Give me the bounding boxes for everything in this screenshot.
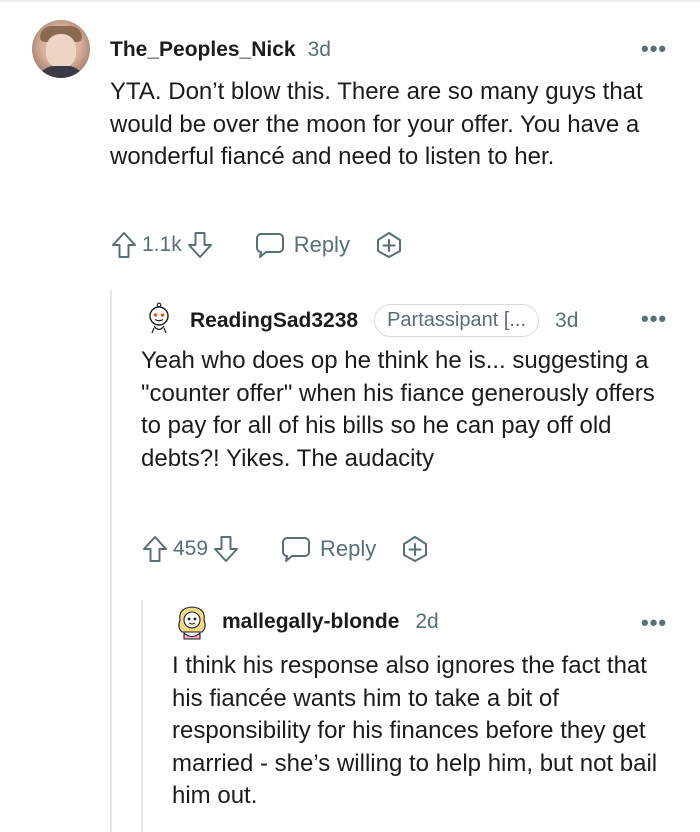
more-dots-icon[interactable]: •••: [641, 612, 667, 634]
upvote-arrow-icon[interactable]: [141, 534, 169, 564]
comment-header: mallegally-blonde 2d: [222, 610, 439, 634]
award-button[interactable]: [400, 534, 430, 564]
chat-bubble-icon: [255, 233, 284, 258]
comment-author[interactable]: ReadingSad3238: [190, 309, 358, 333]
user-flair[interactable]: Partassipant [...: [374, 304, 540, 337]
more-dots-icon[interactable]: •••: [641, 38, 667, 60]
award-plus-icon: [403, 536, 428, 562]
comment-3: mallegally-blonde 2d ••• I think his res…: [0, 590, 700, 832]
comment-actions: 1.1k Reply: [110, 230, 404, 260]
reply-label: Reply: [293, 232, 350, 257]
reply-button[interactable]: Reply: [254, 230, 350, 260]
vote-count: 1.1k: [142, 233, 182, 256]
comment-body: Yeah who does op he think he is... sugge…: [141, 347, 655, 472]
chat-bubble-icon: [282, 537, 311, 562]
comment-body: I think his response also ignores the fa…: [172, 652, 658, 809]
comment-actions: 459 Reply: [141, 534, 430, 564]
comment-author[interactable]: The_Peoples_Nick: [110, 38, 296, 62]
vote-count: 459: [173, 537, 209, 560]
comment-body: YTA. Don’t blow this. There are so many …: [110, 78, 643, 170]
snoo-blonde-avatar[interactable]: [174, 604, 210, 642]
award-button[interactable]: [374, 230, 404, 260]
user-photo-avatar[interactable]: [32, 20, 90, 78]
comment-author[interactable]: mallegally-blonde: [222, 610, 399, 634]
more-dots-icon[interactable]: •••: [641, 308, 667, 330]
award-plus-icon: [376, 232, 401, 258]
comment-header: The_Peoples_Nick 3d: [110, 38, 331, 62]
downvote-arrow-icon[interactable]: [212, 534, 240, 564]
reply-button[interactable]: Reply: [280, 534, 376, 564]
comment-timestamp[interactable]: 3d: [555, 309, 578, 333]
upvote-arrow-icon[interactable]: [110, 230, 138, 260]
reply-label: Reply: [320, 536, 377, 561]
comment-2: ReadingSad3238 Partassipant [... 3d ••• …: [0, 290, 700, 590]
comment-timestamp[interactable]: 3d: [308, 38, 331, 62]
comment-header: ReadingSad3238 Partassipant [... 3d: [190, 304, 578, 337]
comment-1: The_Peoples_Nick 3d ••• YTA. Don’t blow …: [0, 0, 700, 290]
comment-timestamp[interactable]: 2d: [415, 610, 438, 634]
snoo-avatar[interactable]: [142, 302, 176, 336]
downvote-arrow-icon[interactable]: [186, 230, 214, 260]
